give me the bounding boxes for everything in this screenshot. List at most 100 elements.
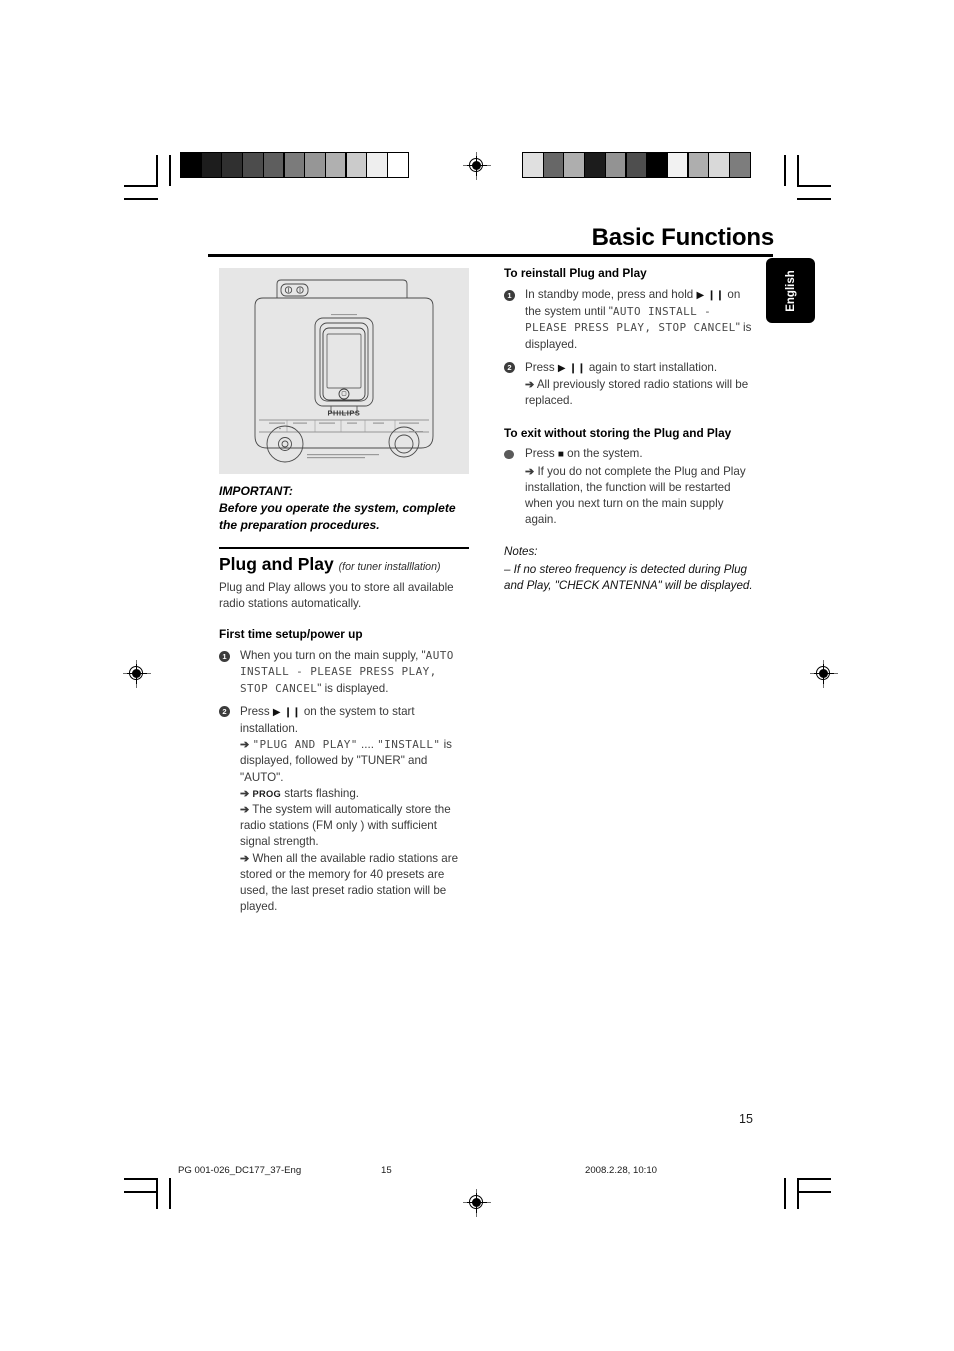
arrow-tail-text: If you do not complete the Plug and Play… [525,464,746,527]
important-text: Before you operate the system, complete … [219,501,456,532]
first-time-setup-steps: 1 When you turn on the main supply, "AUT… [219,648,469,915]
notes-label: Notes: [504,545,538,559]
color-left-swatch-3 [242,152,264,178]
arrow-line: ➔ When all the available radio stations … [240,851,469,916]
lcd-display-text: "PLUG AND PLAY" [252,738,358,752]
color-right-swatch-7 [666,152,689,178]
color-left-swatch-0 [180,152,202,178]
list-item: 2 Press ▶ ❙❙ again to start installation… [504,360,754,410]
color-right-swatch-5 [625,152,648,178]
color-calibration-bar-left [180,152,409,178]
crop-mark-tl-v1 [156,155,158,186]
ellipsis: .... [361,738,374,752]
crop-mark-tr-v1 [797,155,799,186]
color-left-swatch-7 [324,152,347,178]
crop-mark-tr-h2 [797,198,831,200]
arrow-tail-text: All previously stored radio stations wil… [525,378,749,408]
notes-block: Notes: – If no stereo frequency is detec… [504,544,754,594]
section-heading-label: Plug and Play [219,553,334,574]
left-column: IMPORTANT: Before you operate the system… [219,265,469,922]
color-right-swatch-4 [604,152,627,178]
color-left-swatch-2 [221,152,243,178]
registration-target-top [463,152,491,180]
prog-indicator-label: PROG [252,788,282,799]
heading-exit: To exit without storing the Plug and Pla… [504,426,732,441]
heading-reinstall: To reinstall Plug and Play [504,266,647,280]
step-text-before: Press [525,360,555,374]
important-label: IMPORTANT: [219,484,293,498]
color-left-swatch-6 [304,152,326,178]
crop-mark-tl-v2 [169,155,171,186]
registration-target-left [123,660,151,688]
subheading-first-time-setup: First time setup/power up [219,627,363,642]
figure-spacer [219,265,469,483]
color-calibration-bar-right [522,152,751,178]
arrow-tail-text: The system will automatically store the … [240,803,451,849]
color-right-swatch-0 [522,152,544,178]
crop-mark-br-h2 [797,1191,831,1193]
section-heading-sub: (for tuner installlation) [338,560,441,573]
play-icon: ▶ [696,290,705,301]
quote-close: " [317,681,322,695]
stop-icon: ■ [557,449,564,461]
crop-mark-br-h1 [797,1178,831,1180]
step-text-before: Press [240,704,270,718]
language-tab-english: English [766,258,815,323]
crop-mark-tl-h2 [124,198,158,200]
color-right-swatch-6 [646,152,668,178]
crop-mark-tr-v2 [784,155,786,186]
arrow-line: ➔ The system will automatically store th… [240,802,469,851]
step-text-after: is displayed. [324,681,389,695]
color-right-swatch-3 [584,152,606,178]
crop-mark-tr-h1 [797,185,831,187]
crop-mark-bl-h1 [124,1178,158,1180]
crop-mark-tl-h1 [124,185,158,187]
color-right-swatch-2 [563,152,585,178]
footer-page-number: 15 [381,1165,392,1176]
exit-steps: Press ■ on the system. ➔ If you do not c… [504,446,754,528]
right-column: To reinstall Plug and Play 1 In standby … [504,265,754,594]
list-item: 1 In standby mode, press and hold ▶ ❙❙ o… [504,287,754,353]
color-right-swatch-9 [708,152,730,178]
crop-mark-bl-v1 [156,1178,158,1209]
footer-filename: PG 001-026_DC177_37-Eng [178,1165,302,1176]
footer-timestamp: 2008.2.28, 10:10 [585,1165,658,1176]
page-title: Basic Functions [591,224,775,251]
arrow-tail-text: starts flashing. [284,786,360,800]
list-item: Press ■ on the system. ➔ If you do not c… [504,446,754,528]
step-text-before: In standby mode, press and hold [525,288,694,301]
crop-mark-br-v1 [797,1178,799,1209]
play-icon: ▶ [272,706,281,718]
bullet-dot [504,449,514,460]
step-text-before: When you turn on the main supply, [240,649,419,663]
pause-icon: ❙❙ [283,706,301,718]
step-text-after: again to start installation. [588,360,718,374]
crop-mark-br-v2 [784,1178,786,1209]
step-text-after: on the system. [567,447,643,461]
section-intro: Plug and Play allows you to store all av… [219,580,454,610]
lcd-display-text-2: "INSTALL" [377,738,441,752]
arrow-icon: ➔ [240,787,250,800]
list-item: 2 Press ▶ ❙❙ on the system to start inst… [219,704,469,916]
step-number-badge: 1 [219,650,230,662]
page-number: 15 [739,1112,753,1126]
section-divider [219,547,469,549]
arrow-icon: ➔ [525,465,535,478]
arrow-tail-text: When all the available radio stations ar… [240,851,459,914]
list-item: 1 When you turn on the main supply, "AUT… [219,648,469,697]
registration-target-right [810,660,838,688]
color-right-swatch-8 [687,152,710,178]
arrow-icon: ➔ [525,379,535,392]
color-left-swatch-5 [283,152,306,178]
pause-icon: ❙❙ [707,290,725,301]
color-left-swatch-4 [262,152,285,178]
crop-mark-bl-h2 [124,1191,158,1193]
arrow-icon: ➔ [240,852,250,865]
arrow-icon: ➔ [240,804,250,817]
registration-target-bottom [463,1189,491,1217]
crop-mark-bl-v2 [169,1178,171,1209]
arrow-line: ➔ If you do not complete the Plug and Pl… [525,464,754,529]
color-right-swatch-10 [729,152,751,178]
color-left-swatch-8 [345,152,368,178]
reinstall-steps: 1 In standby mode, press and hold ▶ ❙❙ o… [504,287,754,409]
